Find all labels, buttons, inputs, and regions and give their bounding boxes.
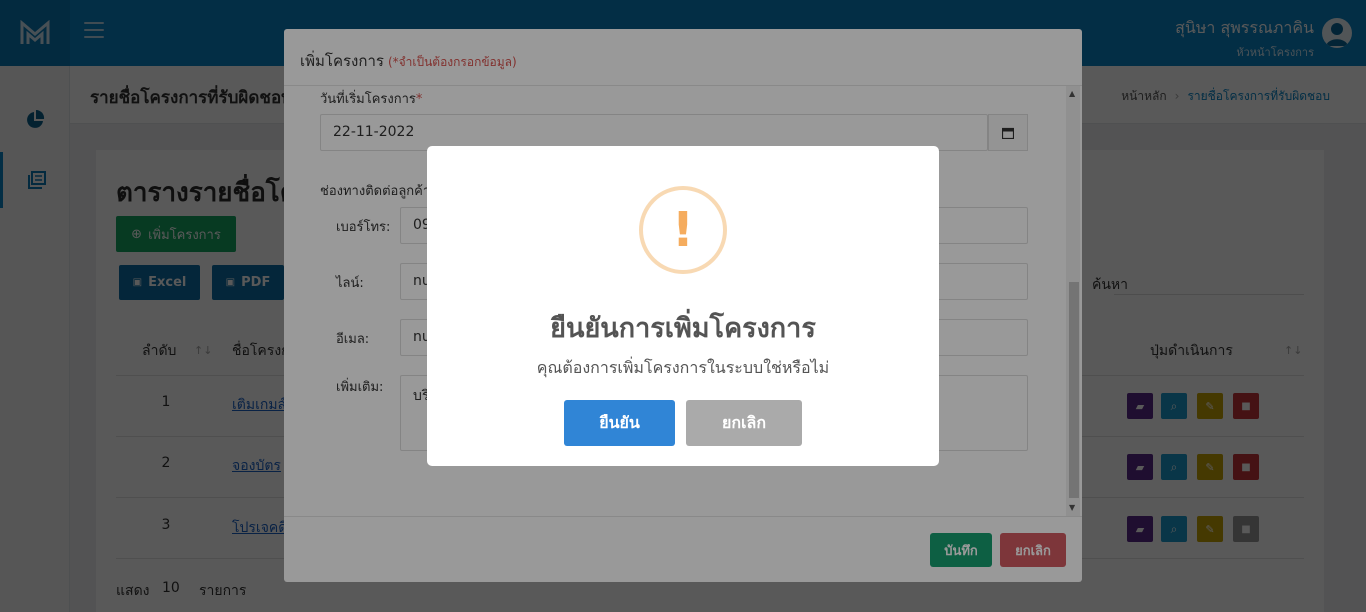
confirm-button[interactable]: ยืนยัน — [564, 400, 675, 446]
confirm-message: คุณต้องการเพิ่มโครงการในระบบใช่หรือไม่ — [536, 358, 830, 377]
confirm-title: ยืนยันการเพิ่มโครงการ — [550, 313, 816, 344]
exclamation-icon: ! — [672, 202, 694, 258]
dialog-cancel-button[interactable]: ยกเลิก — [686, 400, 802, 446]
warning-icon: ! — [639, 186, 727, 274]
confirm-dialog: ! ยืนยันการเพิ่มโครงการ คุณต้องการเพิ่มโ… — [427, 146, 939, 466]
